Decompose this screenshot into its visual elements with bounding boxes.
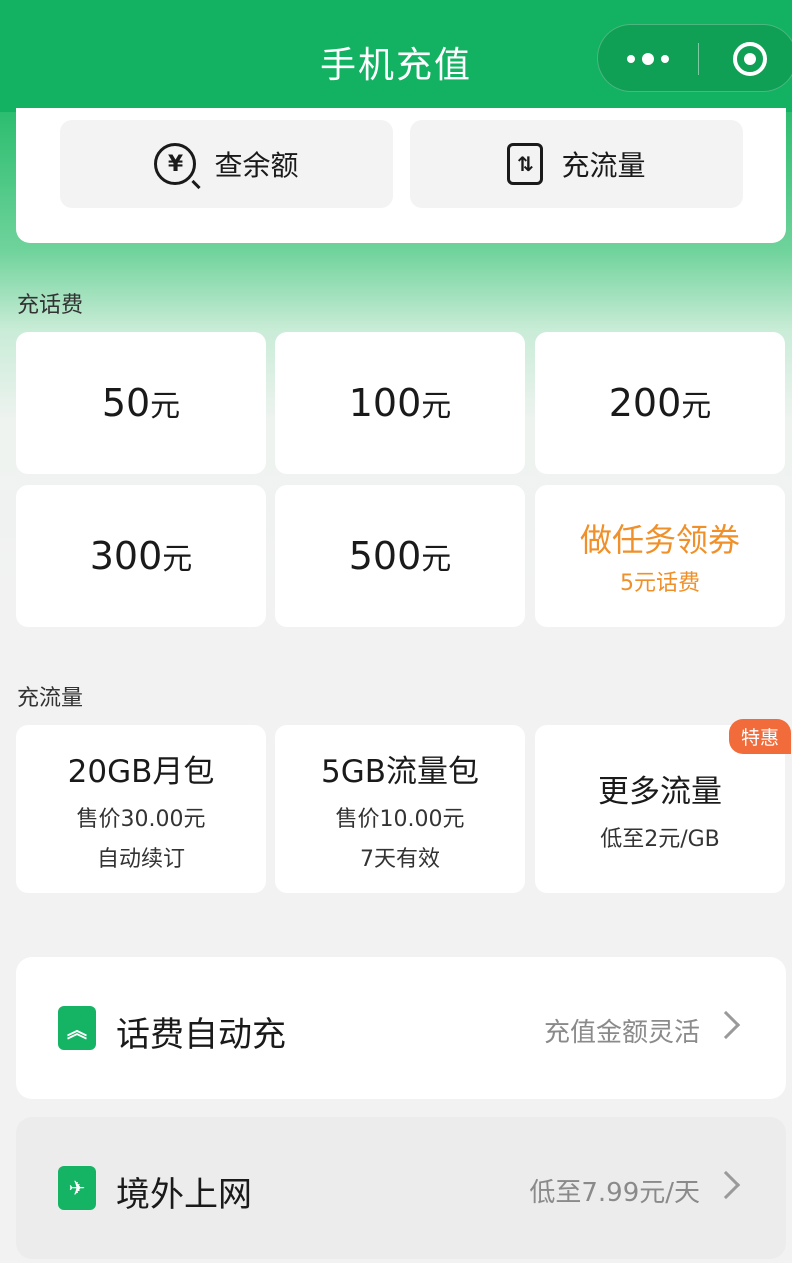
package-note: 7天有效 — [360, 846, 440, 872]
topup-amount-100[interactable]: 100元 — [275, 332, 525, 474]
promo-title: 做任务领券 — [579, 521, 740, 559]
dot-icon — [661, 55, 669, 63]
package-note: 自动续订 — [96, 846, 185, 872]
data-package-20gb[interactable]: 20GB月包 售价30.00元 自动续订 — [16, 725, 266, 893]
check-balance-button[interactable]: ¥ 查余额 — [60, 120, 393, 208]
package-title: 20GB月包 — [67, 753, 215, 790]
row-description: 低至7.99元/天 — [529, 1178, 700, 1208]
mini-program-capsule — [597, 24, 792, 92]
amount-text: 500元 — [348, 534, 452, 578]
package-title: 更多流量 — [598, 773, 722, 810]
yen-search-icon: ¥ — [154, 143, 197, 185]
package-price: 售价30.00元 — [76, 806, 206, 832]
topup-amount-300[interactable]: 300元 — [16, 485, 266, 627]
amount-text: 50元 — [101, 381, 181, 425]
data-transfer-icon: ⇅ — [507, 143, 544, 185]
quick-actions-card: ¥ 查余额 ⇅ 充流量 — [16, 108, 786, 243]
dot-icon — [642, 53, 654, 65]
amount-text: 100元 — [348, 381, 452, 425]
data-section-label: 充流量 — [17, 686, 84, 711]
topup-amount-500[interactable]: 500元 — [275, 485, 525, 627]
promo-subtitle: 5元话费 — [620, 571, 700, 596]
capsule-divider — [698, 43, 699, 75]
task-coupon-tile[interactable]: 做任务领券 5元话费 — [535, 485, 785, 627]
chevron-right-icon — [711, 1010, 741, 1040]
special-offer-badge: 特惠 — [728, 719, 791, 754]
topup-amount-50[interactable]: 50元 — [16, 332, 266, 474]
package-price: 售价10.00元 — [335, 806, 465, 832]
topup-section-label: 充话费 — [17, 293, 84, 318]
roaming-internet-row[interactable]: ✈ 境外上网 低至7.99元/天 — [16, 1117, 786, 1259]
recharge-data-label: 充流量 — [561, 149, 646, 182]
more-data-tile[interactable]: 特惠 更多流量 低至2元/GB — [535, 719, 791, 893]
dot-icon — [627, 55, 635, 63]
amount-text: 200元 — [608, 381, 712, 425]
topup-amount-200[interactable]: 200元 — [535, 332, 785, 474]
check-balance-label: 查余额 — [214, 149, 299, 182]
auto-topup-icon: ︽ — [58, 1006, 96, 1050]
close-mini-program-button[interactable] — [733, 42, 767, 76]
auto-topup-row[interactable]: ︽ 话费自动充 充值金额灵活 — [16, 957, 786, 1099]
package-price: 低至2元/GB — [600, 826, 720, 852]
more-menu-button[interactable] — [598, 25, 698, 93]
row-title: 境外上网 — [116, 1175, 252, 1215]
row-description: 充值金额灵活 — [543, 1018, 700, 1048]
row-title: 话费自动充 — [116, 1015, 286, 1055]
amount-text: 300元 — [89, 534, 193, 578]
package-title: 5GB流量包 — [320, 753, 479, 790]
airplane-icon: ✈ — [58, 1166, 96, 1210]
data-package-5gb[interactable]: 5GB流量包 售价10.00元 7天有效 — [275, 725, 525, 893]
top-navigation-bar: 手机充值 — [0, 0, 792, 112]
recharge-data-button[interactable]: ⇅ 充流量 — [410, 120, 743, 208]
chevron-right-icon — [711, 1170, 741, 1200]
